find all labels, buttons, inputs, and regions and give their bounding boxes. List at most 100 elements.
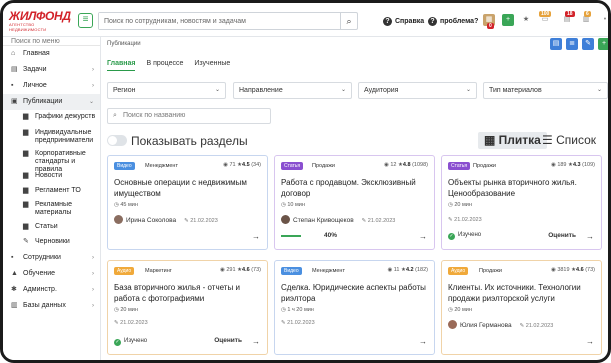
toggle-label: Показывать разделы bbox=[131, 134, 248, 148]
audience-filter[interactable]: Аудитория ⌄ bbox=[358, 82, 477, 99]
sidebar-sub-reglament[interactable]: ▆ Регламент ТО bbox=[3, 187, 100, 196]
check-icon: ✓ bbox=[448, 233, 455, 240]
date: ✎ 21.02.2023 bbox=[184, 218, 218, 224]
publication-card[interactable]: Аудио Продажи ◉ 3819 ★4.6 (73) Клиенты. … bbox=[441, 260, 602, 355]
avatar bbox=[114, 215, 123, 224]
tab-studied[interactable]: Изученные bbox=[194, 60, 230, 67]
rate-button[interactable]: Оценить bbox=[548, 232, 576, 239]
direction-filter[interactable]: Направление ⌄ bbox=[233, 82, 352, 99]
card-stats: ◉ 12 ★4.8 (1098) bbox=[384, 161, 428, 169]
publication-card[interactable]: Статья Продажи ◉ 189 ★4.3 (109) Объекты … bbox=[441, 155, 602, 250]
chevron-right-icon: › bbox=[92, 83, 94, 89]
sidebar-sub-label: Регламент ТО bbox=[35, 187, 81, 194]
author-row: ✎ 21.02.2023 bbox=[281, 318, 315, 328]
date: ✎ 21.02.2023 bbox=[114, 320, 148, 326]
menu-toggle-button[interactable]: ≡ bbox=[78, 13, 93, 28]
star-icon[interactable]: ★ bbox=[520, 14, 532, 26]
sidebar-sub-drafts[interactable]: ✎ Черновики bbox=[3, 238, 100, 247]
arrow-right-icon[interactable]: → bbox=[419, 232, 427, 241]
author-row: Степан Кривощеков ✎ 21.02.2023 bbox=[281, 215, 395, 226]
card-stats: ◉ 189 ★4.3 (109) bbox=[551, 161, 595, 169]
card-title: Объекты рынка вторичного жилья. Ценообра… bbox=[448, 178, 577, 198]
logo[interactable]: ЖИЛФОНД АГЕНТСТВО НЕДВИЖИМОСТИ bbox=[9, 10, 71, 32]
publication-card[interactable]: Аудио Маркетинг ◉ 291 ★4.6 (73) База вто… bbox=[107, 260, 268, 355]
sidebar-item-label: Главная bbox=[23, 50, 50, 57]
duration: ◷ 20 мин bbox=[448, 202, 472, 208]
arrow-right-icon[interactable]: → bbox=[586, 337, 594, 346]
chevron-down-icon: ⌄ bbox=[88, 99, 94, 105]
global-search-input[interactable] bbox=[99, 13, 334, 29]
arrow-right-icon[interactable]: → bbox=[252, 337, 260, 346]
add-action-icon[interactable]: + bbox=[598, 38, 608, 50]
category: Продажи bbox=[473, 163, 496, 169]
sidebar-search[interactable]: Поиск по меню bbox=[3, 37, 100, 46]
sidebar-item-databases[interactable]: ▥ Базы данных › bbox=[3, 298, 100, 314]
arrow-right-icon[interactable]: → bbox=[586, 232, 594, 241]
document-action-icon[interactable]: ▤ bbox=[550, 38, 562, 50]
sidebar-item-tasks[interactable]: ▤ Задачи › bbox=[3, 62, 100, 78]
avatar bbox=[448, 320, 457, 329]
studied-status: ✓ Изучено bbox=[114, 337, 147, 346]
views: 291 bbox=[226, 267, 236, 273]
sidebar-item-learning[interactable]: ▲ Обучение › bbox=[3, 266, 100, 282]
breadcrumb[interactable]: Публикации bbox=[107, 41, 141, 47]
edit-action-icon[interactable]: ✎ bbox=[582, 38, 594, 50]
tasks-icon: ▤ bbox=[11, 66, 18, 73]
duration: ◷ 1 ч 20 мин bbox=[281, 307, 314, 313]
card-stats: ◉ 11 ★4.2 (182) bbox=[387, 266, 428, 274]
show-sections-toggle[interactable]: Показывать разделы bbox=[107, 135, 248, 147]
main-content: Публикации ▤ ≣ ✎ + Главная В процессе Изученн… bbox=[101, 37, 608, 360]
duration-value: 20 мин bbox=[454, 307, 472, 313]
sidebar-sub-ads[interactable]: ▆ Рекламные материалы bbox=[3, 201, 100, 217]
arrow-right-icon[interactable]: → bbox=[419, 337, 427, 346]
duration: ◷ 45 мин bbox=[114, 202, 138, 208]
sidebar-item-personal[interactable]: ▪ Личное › bbox=[3, 78, 100, 94]
sidebar-item-label: Админстр. bbox=[23, 286, 57, 293]
sidebar-sub-label: Статьи bbox=[35, 223, 58, 230]
sidebar-sub-label: Новости bbox=[35, 172, 63, 179]
duration-value: 10 мин bbox=[287, 202, 305, 208]
publication-card[interactable]: Статья Продажи ◉ 12 ★4.8 (1098) Работа с… bbox=[274, 155, 435, 250]
title-search-input[interactable]: ⌕ Поиск по названию bbox=[107, 108, 271, 124]
sidebar-sub-articles[interactable]: ▆ Статьи bbox=[3, 223, 100, 232]
sidebar-sub-ip[interactable]: ▆ Индивидуальные предприниматели bbox=[3, 129, 100, 145]
filter-label: Аудитория bbox=[364, 87, 399, 94]
search-icon: ⌕ bbox=[113, 112, 117, 119]
card-title: Работа с продавцом. Эксклюзивный договор bbox=[281, 178, 416, 198]
tab-main[interactable]: Главная bbox=[107, 60, 136, 71]
chevron-down-icon: ⌄ bbox=[596, 87, 602, 93]
duration-value: 45 мин bbox=[120, 202, 138, 208]
region-filter[interactable]: Регион ⌄ bbox=[107, 82, 226, 99]
view-list-label: Список bbox=[556, 133, 597, 147]
publication-card[interactable]: Видео Менеджмент ◉ 11 ★4.2 (182) Сделка.… bbox=[274, 260, 435, 355]
user-menu-icon[interactable]: • bbox=[599, 14, 608, 26]
help-link[interactable]: ? Справка bbox=[383, 17, 424, 26]
rate-button[interactable]: Оценить bbox=[214, 337, 242, 344]
sidebar-sub-standards[interactable]: ▆ Корпоративные стандарты и правила bbox=[3, 150, 100, 173]
search-icon[interactable]: ⌕ bbox=[340, 13, 357, 29]
toggle-switch[interactable] bbox=[107, 135, 127, 146]
home-icon: ⌂ bbox=[11, 50, 16, 57]
arrow-right-icon[interactable]: → bbox=[252, 232, 260, 241]
studied-status: ✓ Изучено bbox=[448, 231, 481, 240]
category: Продажи bbox=[312, 163, 335, 169]
add-icon[interactable]: + bbox=[502, 14, 514, 26]
sidebar-sub-news[interactable]: ▆ Новости bbox=[3, 172, 100, 181]
sidebar-sub-duty[interactable]: ▆ Графики дежурств bbox=[3, 113, 100, 125]
type-tag: Статья bbox=[281, 162, 304, 170]
type-tag: Аудио bbox=[448, 267, 469, 275]
sidebar-item-publications[interactable]: ▣ Публикации ⌄ bbox=[3, 94, 100, 110]
view-list-button[interactable]: ☰ Список bbox=[536, 132, 602, 149]
chat-badge: 18 bbox=[565, 11, 575, 17]
list-action-icon[interactable]: ≣ bbox=[566, 38, 578, 50]
sidebar-item-home[interactable]: ⌂ Главная bbox=[3, 46, 100, 62]
date: ✎ 21.02.2023 bbox=[362, 218, 396, 224]
tab-in-progress[interactable]: В процессе bbox=[146, 60, 183, 67]
problem-link[interactable]: ? проблема? bbox=[428, 17, 478, 26]
publication-card[interactable]: Видео Менеджмент ◉ 71 ★4.5 (34) Основные… bbox=[107, 155, 268, 250]
material-type-filter[interactable]: Тип материалов ⌄ bbox=[483, 82, 608, 99]
category: Менеджмент bbox=[145, 163, 178, 169]
rating: 4.3 bbox=[572, 162, 581, 168]
sidebar-item-admin[interactable]: ✱ Админстр. › bbox=[3, 282, 100, 298]
sidebar-item-employees[interactable]: ▪ Сотрудники › bbox=[3, 250, 100, 266]
